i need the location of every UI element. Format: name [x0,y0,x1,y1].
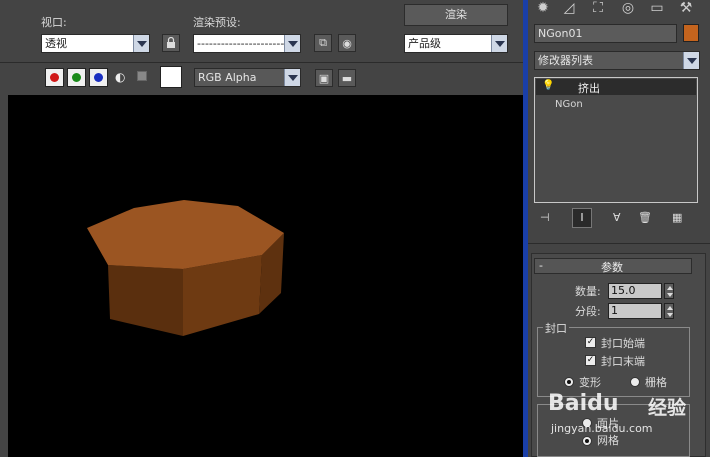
lock-icon [167,37,175,48]
object-color-swatch[interactable] [683,24,699,42]
cap-start-checkbox[interactable]: ✓ [585,337,596,348]
amount-label: 数量: [575,285,601,298]
utilities-tab-icon[interactable]: ⚒ [674,0,698,18]
viewport-label: 视口: [41,16,67,29]
segments-field[interactable]: 1 [608,303,662,319]
pin-stack-icon[interactable]: ⊣ [540,211,550,224]
viewport-dropdown-value: 透视 [45,37,67,50]
bulb-icon[interactable]: 💡 [542,80,554,91]
segments-label: 分段: [575,305,601,318]
make-unique-icon[interactable]: ∀ [613,211,621,224]
lock-button[interactable] [162,34,180,52]
rollout-title: 参数 [601,261,623,274]
render-frame-panel: 视口: 透视 渲染预设: ------------------------- ⧉… [0,0,528,457]
cap-end-label: 封口末端 [601,355,645,368]
preset-dropdown[interactable]: ------------------------- [193,34,301,53]
load-preset-icon: ◉ [342,36,352,50]
cap-end-checkbox[interactable]: ✓ [585,355,596,366]
stack-item-label: 挤出 [578,82,600,95]
alpha-toggle-icon[interactable]: ◐ [115,70,125,84]
quality-dropdown-value: 产品级 [408,37,441,50]
watermark-brand: Baidu [548,391,619,416]
create-tab-icon[interactable]: ✹ [531,0,555,18]
modify-tab-icon[interactable]: ◿ [557,0,581,18]
stack-item-label: NGon [555,99,583,110]
parameters-rollout-header[interactable]: - 参数 [534,258,692,274]
quality-dropdown[interactable]: 产品级 [404,34,508,53]
display-icon: ▬ [341,71,353,85]
chevron-down-icon [491,35,507,52]
collapse-icon: - [539,259,543,272]
channel-dropdown-value: RGB Alpha [198,71,257,84]
segments-spinner[interactable] [664,303,674,319]
save-preset-icon: ⧉ [319,36,327,49]
clone-icon: ▣ [318,71,330,85]
display-toggle-button[interactable]: ▬ [338,69,356,87]
hierarchy-tab-icon[interactable]: ⛶ [586,0,610,18]
preset-label: 渲染预设: [193,16,241,29]
blue-dot-icon [94,73,103,82]
panel-divider-line [528,243,710,244]
watermark-url: jingyan.baidu.com [551,422,653,435]
green-dot-icon [72,73,81,82]
clone-window-button[interactable]: ▣ [315,69,333,87]
display-tab-icon[interactable]: ▭ [645,0,669,18]
preset-load-button[interactable]: ◉ [338,34,356,52]
modifier-list-dropdown[interactable]: 修改器列表 [534,51,700,70]
background-color-swatch[interactable] [160,66,182,88]
remove-modifier-icon[interactable]: 🗑 [638,211,652,224]
viewport-dropdown[interactable]: 透视 [41,34,150,53]
green-channel-button[interactable] [67,68,86,87]
motion-tab-icon[interactable]: ◎ [616,0,640,18]
cap-start-label: 封口始端 [601,337,645,350]
monochrome-toggle-icon[interactable] [137,71,147,81]
red-channel-button[interactable] [45,68,64,87]
chevron-down-icon [683,52,699,69]
toolbar-divider [0,62,523,63]
object-name-field[interactable]: NGon01 [534,24,677,43]
amount-field[interactable]: 15.0 [608,283,662,299]
render-viewport[interactable] [8,95,523,457]
chevron-down-icon [284,69,300,86]
modifier-list-label: 修改器列表 [538,54,593,67]
amount-spinner[interactable] [664,283,674,299]
chevron-down-icon [133,35,149,52]
render-button[interactable]: 渲染 [404,4,508,26]
configure-sets-icon[interactable]: ▦ [672,211,682,224]
blue-channel-button[interactable] [89,68,108,87]
stack-item-ngon[interactable]: NGon [555,97,583,110]
capping-group-label: 封口 [543,320,569,336]
preset-dropdown-value: ------------------------- [197,37,297,50]
channel-dropdown[interactable]: RGB Alpha [194,68,301,87]
red-dot-icon [50,73,59,82]
modifier-stack: 💡 挤出 NGon [534,77,698,203]
watermark-brand-cn: 经验 [648,397,687,419]
baidu-watermark: Baidu 经验 jingyan.baidu.com [548,383,708,453]
stack-item-extrude[interactable]: 💡 挤出 [536,79,696,95]
rendered-octagonal-prism [87,200,284,336]
show-end-result-button[interactable]: Ⅰ [572,208,592,228]
preset-save-button[interactable]: ⧉ [314,34,332,52]
end-result-icon: Ⅰ [580,211,584,224]
chevron-down-icon [284,35,300,52]
